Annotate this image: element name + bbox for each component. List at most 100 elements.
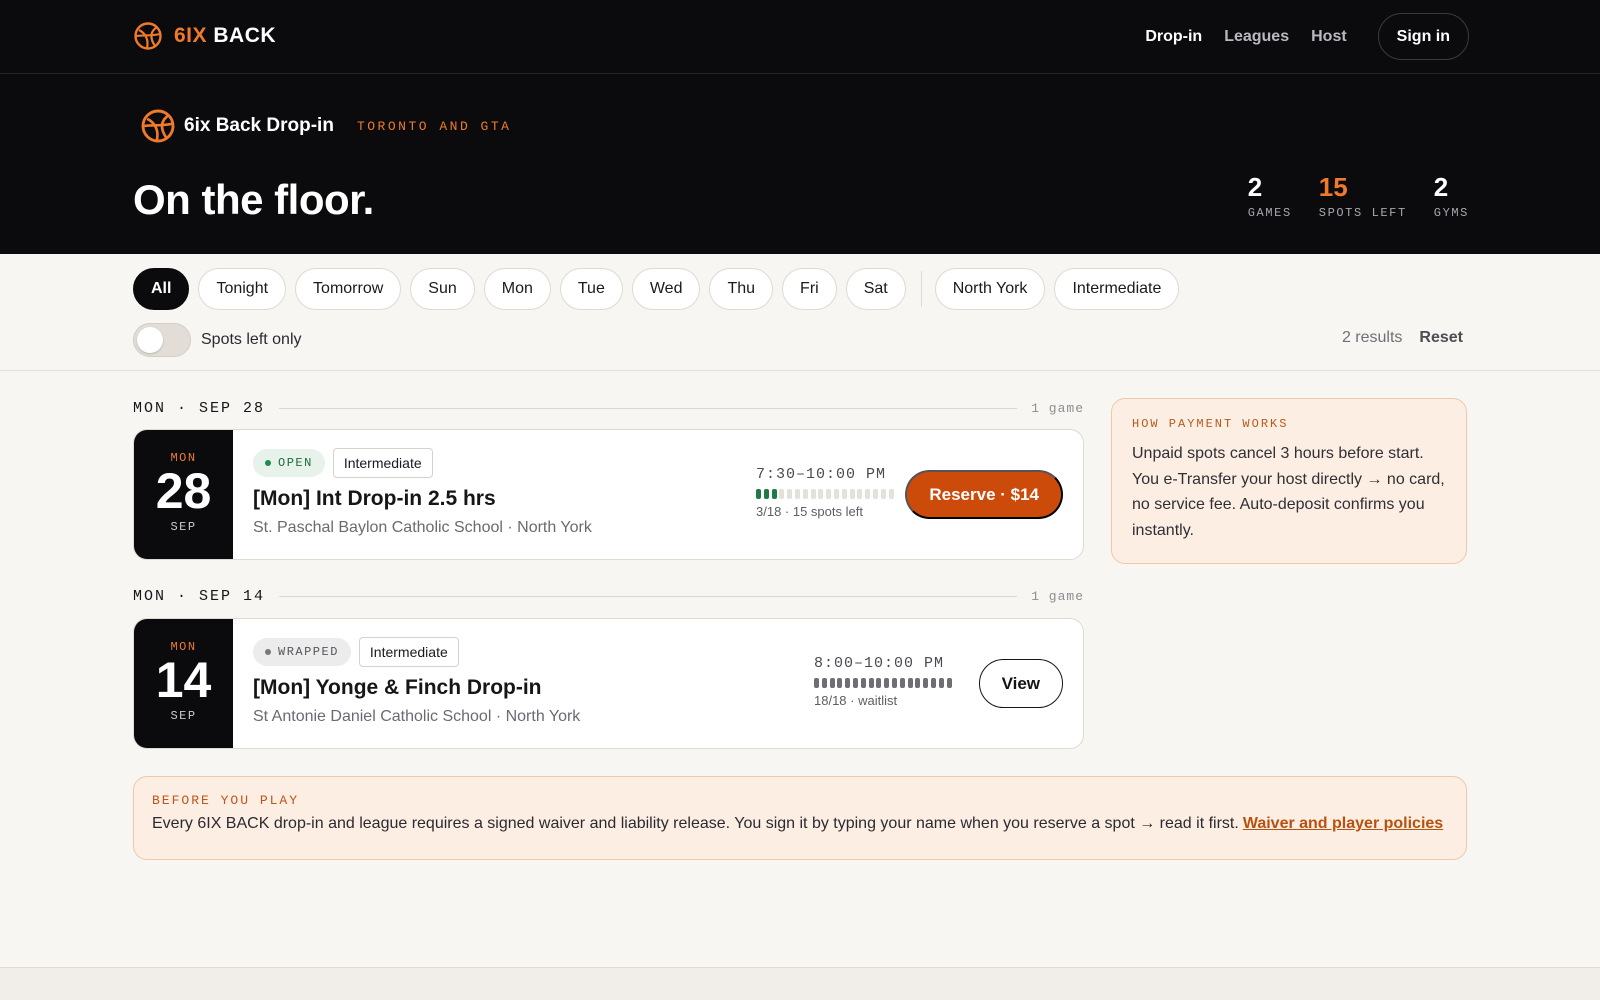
game-title[interactable]: [Mon] Yonge & Finch Drop-in xyxy=(253,676,580,700)
capacity-segment-filled xyxy=(756,489,761,499)
hero-region: TORONTO AND GTA xyxy=(356,118,512,134)
filter-chip-north-york[interactable]: North York xyxy=(934,268,1046,310)
game-date-day: 14 xyxy=(155,652,212,708)
spots-left-toggle[interactable] xyxy=(133,323,191,357)
game-date-month: SEP xyxy=(170,520,197,534)
day-divider xyxy=(279,407,1018,409)
game-time: 8:00–10:00 PM xyxy=(814,655,945,672)
reserve-button[interactable]: Reserve · $14 xyxy=(905,470,1063,519)
stat-spots-left-label: SPOTS LEFT xyxy=(1318,206,1407,220)
capacity-segment-filled xyxy=(938,678,944,688)
results-summary: 2 results Reset xyxy=(1342,329,1463,347)
capacity-segment-empty xyxy=(841,489,847,499)
filter-chip-intermediate[interactable]: Intermediate xyxy=(1054,268,1180,310)
day-header: MON · SEP 28 1 game xyxy=(133,398,1084,418)
filter-chip-mon[interactable]: Mon xyxy=(483,268,551,310)
filter-chip-fri[interactable]: Fri xyxy=(782,268,837,310)
game-card[interactable]: MON 28 SEP OPEN Intermediate [Mon] Int D… xyxy=(133,429,1084,560)
toggle-knob xyxy=(137,327,163,353)
filter-chip-thu[interactable]: Thu xyxy=(709,268,774,310)
filter-chip-wed[interactable]: Wed xyxy=(631,268,701,310)
game-title[interactable]: [Mon] Int Drop-in 2.5 hrs xyxy=(253,487,592,511)
capacity-segment-filled xyxy=(899,678,905,688)
nav-link-drop-in[interactable]: Drop-in xyxy=(1145,28,1202,46)
basketball-logo-icon xyxy=(141,109,175,143)
capacity-meter xyxy=(756,489,896,499)
day-label: MON · SEP 14 xyxy=(133,587,266,605)
level-badge: Intermediate xyxy=(358,637,459,667)
filter-chip-all[interactable]: All xyxy=(133,268,190,310)
capacity-segment-filled xyxy=(845,678,851,688)
waiver-text-row: Every 6IX BACK drop-in and league requir… xyxy=(152,815,1448,833)
payment-heading: HOW PAYMENT WORKS xyxy=(1132,417,1289,431)
game-time-capacity: 7:30–10:00 PM 3/18 · 15 spots left xyxy=(756,466,896,519)
capacity-segment-filled xyxy=(884,678,890,688)
sign-in-button[interactable]: Sign in xyxy=(1377,13,1469,60)
capacity-segment-empty xyxy=(888,489,894,499)
game-info: WRAPPED Intermediate [Mon] Yonge & Finch… xyxy=(253,637,580,726)
game-card[interactable]: MON 14 SEP WRAPPED Intermediate [Mon] Yo… xyxy=(133,618,1084,749)
payment-info-panel: HOW PAYMENT WORKS Unpaid spots cancel 3 … xyxy=(1111,398,1467,564)
results-count: 2 results xyxy=(1341,329,1403,346)
game-date-month: SEP xyxy=(170,709,197,723)
capacity-segment-filled xyxy=(907,678,913,688)
nav-link-host[interactable]: Host xyxy=(1311,28,1347,46)
game-venue: St Antonie Daniel Catholic School · Nort… xyxy=(253,708,581,725)
day-header: MON · SEP 14 1 game xyxy=(133,586,1084,606)
capacity-segment-filled xyxy=(763,489,769,499)
capacity-segment-filled xyxy=(946,678,952,688)
capacity-segment-empty xyxy=(794,489,800,499)
page-headline: On the floor. xyxy=(133,176,374,223)
stat-games-label: GAMES xyxy=(1247,206,1292,220)
filter-chip-sat[interactable]: Sat xyxy=(845,268,906,310)
capacity-segment-empty xyxy=(818,489,824,499)
capacity-segment-filled xyxy=(852,678,858,688)
game-date-day: 28 xyxy=(155,463,212,519)
game-time: 7:30–10:00 PM xyxy=(756,466,887,483)
brand-6ix: 6IX xyxy=(174,24,208,47)
status-badge-label: WRAPPED xyxy=(278,645,339,659)
status-dot-icon xyxy=(265,649,271,655)
capacity-text: 3/18 · 15 spots left xyxy=(756,504,863,519)
status-badge-label: OPEN xyxy=(278,456,313,470)
filter-chip-tue[interactable]: Tue xyxy=(559,268,623,310)
basketball-logo-icon xyxy=(134,22,162,50)
capacity-segment-empty xyxy=(833,489,839,499)
waiver-notice: BEFORE YOU PLAY Every 6IX BACK drop-in a… xyxy=(133,776,1467,860)
capacity-segment-empty xyxy=(826,489,832,499)
day-label: MON · SEP 28 xyxy=(133,399,266,417)
capacity-segment-filled xyxy=(923,678,929,688)
capacity-segment-filled xyxy=(814,678,819,688)
day-game-count: 1 game xyxy=(1031,588,1084,604)
game-time-capacity: 8:00–10:00 PM 18/18 · waitlist xyxy=(814,655,954,708)
stat-games: 2 GAMES xyxy=(1248,172,1292,220)
day-divider xyxy=(279,595,1018,597)
stat-spots-left: 15 SPOTS LEFT xyxy=(1319,172,1407,220)
capacity-segment-filled xyxy=(821,678,827,688)
hero-title: 6ix Back Drop-in xyxy=(184,115,334,136)
view-button[interactable]: View xyxy=(978,659,1063,708)
capacity-segment-empty xyxy=(779,489,785,499)
status-badge: OPEN xyxy=(253,449,325,477)
stats-summary: 2 GAMES 15 SPOTS LEFT 2 GYMS xyxy=(1221,172,1469,220)
brand-logo[interactable]: 6IX BACK xyxy=(133,20,276,52)
waiver-policies-link[interactable]: Waiver and player policies xyxy=(1243,815,1443,832)
capacity-meter xyxy=(814,678,954,688)
game-info: OPEN Intermediate [Mon] Int Drop-in 2.5 … xyxy=(253,448,592,537)
capacity-segment-filled xyxy=(860,678,866,688)
filter-chip-tonight[interactable]: Tonight xyxy=(198,268,287,310)
game-date-block: MON 14 SEP xyxy=(134,619,233,748)
waiver-heading: BEFORE YOU PLAY xyxy=(152,793,300,808)
filter-chip-sun[interactable]: Sun xyxy=(410,268,475,310)
top-nav: 6IX BACK Drop-in Leagues Host Sign in xyxy=(0,0,1600,74)
hero-brand: 6ix Back Drop-in TORONTO AND GTA xyxy=(140,108,511,144)
payment-text: Unpaid spots cancel 3 hours before start… xyxy=(1132,445,1445,539)
filter-divider xyxy=(920,271,922,307)
footer-band xyxy=(0,967,1600,1000)
capacity-segment-empty xyxy=(880,489,886,499)
filter-chip-tomorrow[interactable]: Tomorrow xyxy=(295,268,402,310)
capacity-segment-empty xyxy=(865,489,871,499)
reset-filters-link[interactable]: Reset xyxy=(1419,329,1463,347)
nav-link-leagues[interactable]: Leagues xyxy=(1224,28,1289,46)
stat-games-value: 2 xyxy=(1247,172,1263,202)
